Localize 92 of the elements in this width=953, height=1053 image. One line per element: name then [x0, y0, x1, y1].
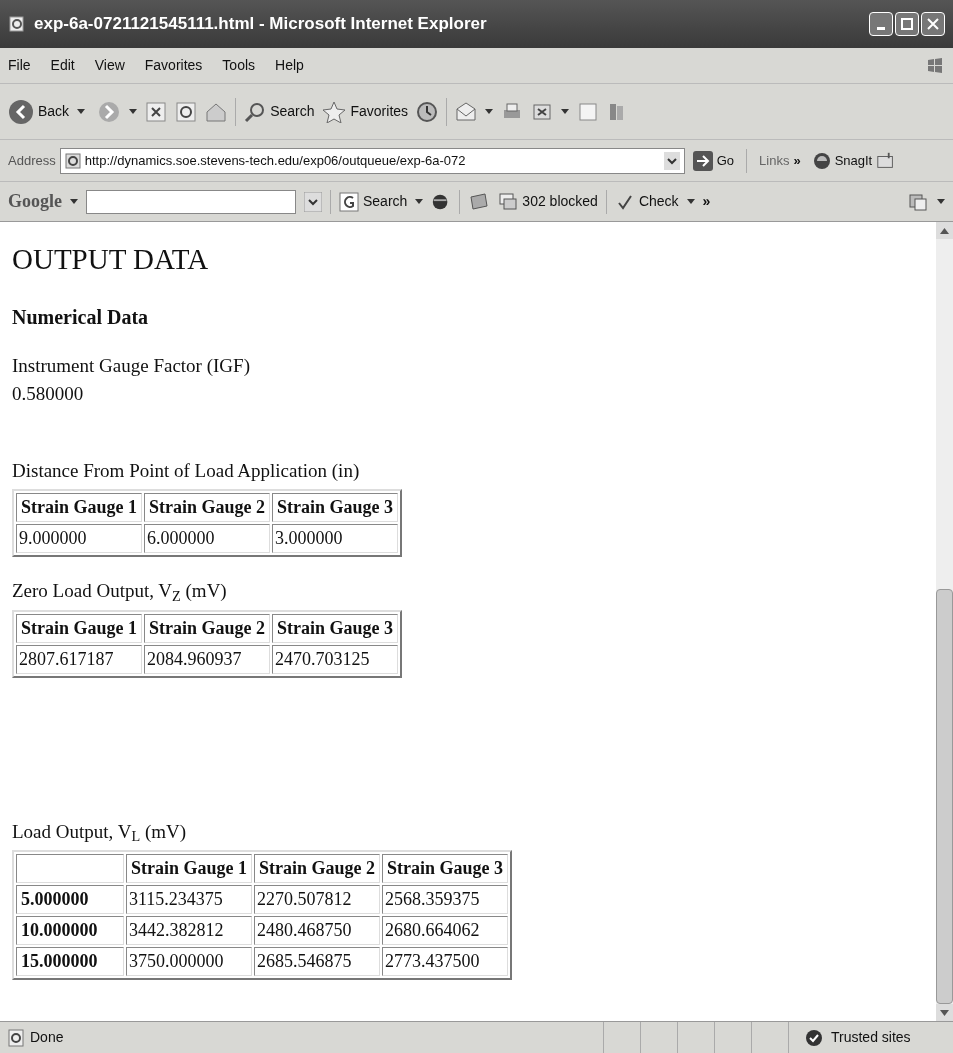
scroll-down-icon[interactable]	[940, 1009, 949, 1016]
row-header: 10.000000	[16, 916, 124, 945]
minimize-icon	[877, 26, 885, 30]
spell-check-button[interactable]: Check	[614, 191, 679, 212]
menu-item[interactable]: Favorites	[144, 55, 203, 76]
table-cell: 2270.507812	[254, 885, 381, 914]
table-cell: 2568.359375	[382, 885, 509, 914]
table-caption: Zero Load Output, V$_{Z}$ (mV)	[12, 579, 228, 606]
caret-icon[interactable]	[129, 108, 138, 115]
page-heading: OUTPUT DATA	[12, 242, 210, 277]
igf-label: Instrument Gauge Factor (IGF)	[12, 353, 251, 378]
zone-text: Trusted sites	[831, 1028, 911, 1047]
window-title: exp-6a-0721121545111.html - Microsoft Internet Explorer	[34, 13, 488, 36]
table-cell: 2685.546875	[254, 947, 381, 976]
google-search-field[interactable]	[86, 189, 296, 214]
google-search-button[interactable]: Search	[339, 191, 408, 212]
column-header: Strain Gauge 2	[254, 854, 381, 883]
scroll-thumb[interactable]	[936, 589, 953, 1004]
minimize-button[interactable]	[869, 12, 893, 36]
row-header: 5.000000	[16, 885, 124, 914]
chevron-text[interactable]: »	[702, 191, 711, 212]
table-cell: 3.000000	[272, 524, 399, 553]
caret-icon[interactable]	[937, 198, 945, 205]
search-icon	[244, 100, 267, 123]
caret-icon[interactable]	[70, 198, 78, 205]
scroll-up-icon[interactable]	[940, 227, 949, 234]
page-done-icon	[8, 1028, 26, 1047]
section-heading: Numerical Data	[12, 304, 150, 330]
maximize-icon	[901, 18, 913, 30]
ie-page-icon	[8, 15, 26, 33]
column-header: Strain Gauge 3	[272, 493, 399, 522]
mail-icon[interactable]	[455, 100, 478, 123]
table-cell: 2084.960937	[144, 644, 271, 674]
chevron-text[interactable]: »	[793, 150, 801, 171]
table-cell: 2480.468750	[254, 916, 381, 945]
caret-icon[interactable]	[415, 198, 424, 205]
url-text: http://dynamics.soe.stevens-tech.edu/exp06/outqueue/exp-6a-072	[84, 151, 467, 170]
address-label: Address	[8, 151, 56, 170]
back-button[interactable]: Back	[8, 98, 70, 125]
snagit-logo-icon	[812, 151, 831, 170]
caret-icon[interactable]	[77, 108, 86, 115]
links-label[interactable]: Links	[759, 150, 790, 171]
page-icon	[64, 152, 81, 169]
table-cell: 2470.703125	[272, 644, 399, 674]
popup-blocker-button[interactable]: 302 blocked	[498, 191, 598, 212]
maximize-button[interactable]	[895, 12, 919, 36]
column-header: Strain Gauge 3	[382, 854, 509, 883]
go-button[interactable]: Go	[692, 150, 735, 171]
table-cell: 2807.617187	[16, 644, 142, 674]
menu-item[interactable]: Edit	[50, 55, 75, 76]
caret-icon[interactable]	[561, 108, 570, 115]
snagit-button[interactable]: SnagIt	[812, 150, 873, 171]
column-header: Strain Gauge 1	[16, 613, 142, 643]
caret-icon[interactable]	[485, 108, 494, 115]
dropdown-icon[interactable]	[663, 151, 680, 170]
dropdown-icon[interactable]	[304, 191, 322, 212]
menu-item[interactable]: Help	[275, 55, 304, 76]
column-header: Strain Gauge 2	[144, 613, 271, 643]
table-cell: 3750.000000	[126, 947, 252, 976]
windows-logo-icon	[925, 55, 945, 76]
table-caption: Load Output, V$_{L}$ (mV)	[12, 819, 188, 846]
check-circle-icon	[805, 1028, 823, 1047]
google-menu-button[interactable]: Google	[8, 188, 62, 215]
table-cell: 9.000000	[16, 524, 142, 553]
column-header: Strain Gauge 2	[144, 493, 271, 522]
favorites-button[interactable]: Favorites	[322, 100, 409, 123]
scrollbar[interactable]	[936, 222, 953, 1021]
row-header: 15.000000	[16, 947, 124, 976]
column-header: Strain Gauge 1	[16, 493, 142, 522]
table-cell: 3115.234375	[126, 885, 252, 914]
menu-item[interactable]: Tools	[222, 55, 256, 76]
g-icon	[339, 191, 359, 212]
caret-icon[interactable]	[686, 198, 695, 205]
column-header: Strain Gauge 1	[126, 854, 252, 883]
table-cell: 3442.382812	[126, 916, 252, 945]
popup-blocker-icon	[498, 191, 519, 212]
table-cell: 2680.664062	[382, 916, 509, 945]
column-header: Strain Gauge 3	[272, 613, 399, 643]
search-button[interactable]: Search	[244, 100, 315, 123]
stop-icon[interactable]	[145, 100, 168, 123]
menu-item[interactable]: View	[94, 55, 125, 76]
close-button[interactable]	[921, 12, 945, 36]
table-caption: Distance From Point of Load Application (in)	[12, 458, 361, 483]
address-field[interactable]: http://dynamics.soe.stevens-tech.edu/exp06/outqueue/exp-6a-072	[59, 147, 685, 174]
history-icon[interactable]	[416, 100, 439, 123]
table-cell: 6.000000	[144, 524, 271, 553]
status-text: Done	[30, 1028, 65, 1047]
menu-item[interactable]: File	[8, 55, 31, 76]
star-icon	[322, 100, 347, 123]
close-icon	[927, 18, 939, 30]
igf-value: 0.580000	[12, 382, 85, 406]
table-cell: 2773.437500	[382, 947, 509, 976]
